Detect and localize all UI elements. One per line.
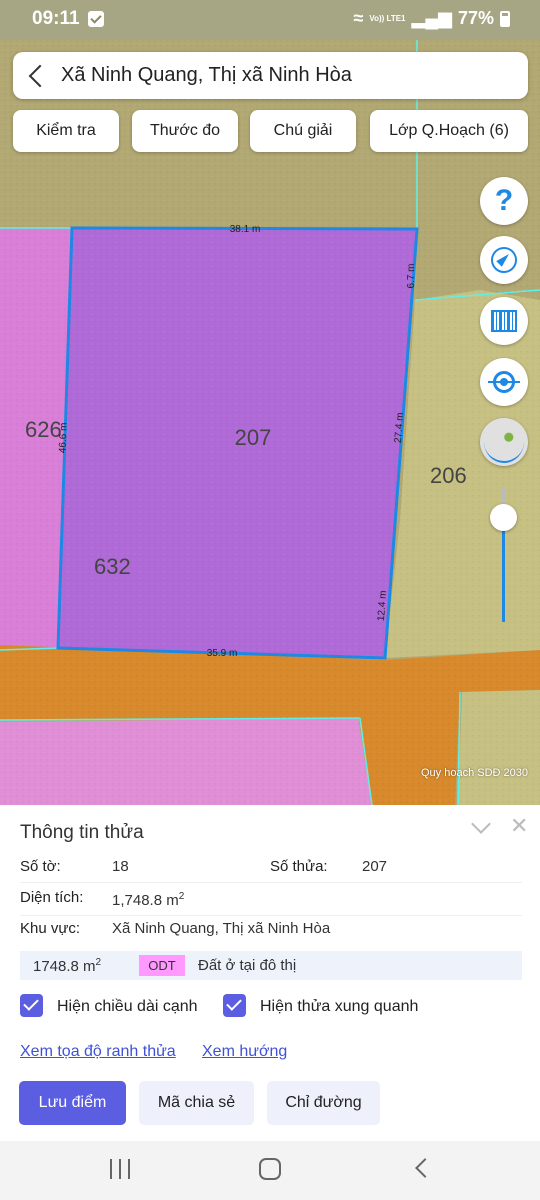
notification-check-icon xyxy=(88,11,104,27)
zoning-row: 1748.8 m2 ODT Đất ở tại đô thị xyxy=(20,951,522,980)
parcel-number-left: 626 xyxy=(25,417,62,442)
area-unit-superscript: 2 xyxy=(178,891,185,902)
signal-icon: ▂▄▆ xyxy=(411,8,452,28)
show-neighbors-checkbox[interactable] xyxy=(223,994,246,1017)
chevron-left-icon xyxy=(28,64,52,87)
system-nav-bar xyxy=(0,1141,540,1200)
barcode-scan-button[interactable] xyxy=(480,297,528,345)
base-map-button[interactable] xyxy=(480,418,528,466)
location-header: Xã Ninh Quang, Thị xã Ninh Hòa xyxy=(13,52,528,99)
check-button[interactable]: Kiểm tra xyxy=(13,110,119,152)
help-button[interactable]: ? xyxy=(480,177,528,225)
measure-button[interactable]: Thước đo xyxy=(132,110,238,152)
show-edge-lengths-checkbox[interactable] xyxy=(20,994,43,1017)
wifi-icon: ≈ xyxy=(353,8,364,28)
compass-icon xyxy=(491,247,517,273)
show-edge-lengths-label[interactable]: Hiện chiều dài cạnh xyxy=(57,998,198,1016)
location-title: Xã Ninh Quang, Thị xã Ninh Hòa xyxy=(61,64,352,86)
status-time: 09:11 xyxy=(32,8,80,29)
status-bar: 09:11 ≈ Vo)) LTE1 ▂▄▆ 77% xyxy=(0,0,540,40)
area-label: Diện tích: xyxy=(20,889,84,906)
area-value: 1,748.8 m2 xyxy=(112,891,184,909)
save-point-button[interactable]: Lưu điểm xyxy=(19,1081,126,1125)
close-icon[interactable]: ✕ xyxy=(510,813,528,839)
compass-button[interactable] xyxy=(480,236,528,284)
edge-length-bottom: 35.9 m xyxy=(207,648,238,659)
parcel-value: 207 xyxy=(362,858,388,875)
recent-apps-icon[interactable] xyxy=(110,1159,130,1179)
parcel-number-right: 206 xyxy=(430,463,467,488)
map-view[interactable]: 207 626 632 206 38.1 m 6.7 m 27.4 m 12.4… xyxy=(0,40,540,805)
opacity-slider-handle[interactable] xyxy=(490,504,517,531)
zone-area: 1748.8 m2 xyxy=(33,957,101,975)
edge-length-bottom-right: 12.4 m xyxy=(376,590,389,621)
view-coordinates-link[interactable]: Xem tọa độ ranh thửa xyxy=(20,1043,176,1061)
sheet-value: 18 xyxy=(112,858,129,875)
map-canvas[interactable]: 207 626 632 206 38.1 m 6.7 m 27.4 m 12.4… xyxy=(0,40,540,805)
parcel-number-selected: 207 xyxy=(235,425,272,450)
parcel-info-panel: Thông tin thửa ✕ Số tờ: 18 Số thửa: 207 … xyxy=(0,805,540,1141)
status-indicators: ≈ Vo)) LTE1 ▂▄▆ 77% xyxy=(353,8,510,29)
my-location-button[interactable] xyxy=(480,358,528,406)
crosshair-icon xyxy=(488,371,520,393)
show-neighbors-label[interactable]: Hiện thửa xung quanh xyxy=(260,998,418,1016)
network-label: Vo)) LTE1 xyxy=(369,13,406,23)
planning-layer-button[interactable]: Lớp Q.Hoạch (6) xyxy=(370,110,528,152)
zone-description: Đất ở tại đô thị xyxy=(198,957,297,974)
map-attribution: Quy hoạch SDĐ 2030 xyxy=(420,767,528,779)
view-direction-link[interactable]: Xem hướng xyxy=(202,1043,287,1061)
region-label: Khu vực: xyxy=(20,920,81,937)
parcel-number-lower-left: 632 xyxy=(94,554,131,579)
legend-button[interactable]: Chú giải xyxy=(250,110,356,152)
zone-area-superscript: 2 xyxy=(95,956,102,968)
panel-title: Thông tin thửa xyxy=(20,822,144,843)
edge-length-left: 46.6 m xyxy=(57,422,69,453)
battery-icon xyxy=(500,10,510,27)
chevron-down-icon[interactable] xyxy=(471,814,491,834)
question-icon: ? xyxy=(494,184,514,217)
edge-length-top-right: 6.7 m xyxy=(406,263,417,288)
share-code-button[interactable]: Mã chia sẻ xyxy=(139,1081,254,1125)
map-texture xyxy=(0,40,540,805)
back-button[interactable] xyxy=(13,52,57,99)
barcode-icon xyxy=(491,310,517,332)
parcel-label: Số thửa: xyxy=(270,858,328,875)
home-icon[interactable] xyxy=(259,1158,281,1180)
back-icon[interactable] xyxy=(415,1158,435,1178)
region-value: Xã Ninh Quang, Thị xã Ninh Hòa xyxy=(112,920,331,937)
map-toolbar: Kiểm tra Thước đo Chú giải Lớp Q.Hoạch (… xyxy=(13,110,528,152)
zone-code-badge: ODT xyxy=(139,955,185,976)
sheet-label: Số tờ: xyxy=(20,858,61,875)
divider xyxy=(20,915,522,916)
edge-length-top: 38.1 m xyxy=(230,224,261,235)
divider xyxy=(20,882,522,883)
edge-length-right: 27.4 m xyxy=(393,412,406,443)
battery-text: 77% xyxy=(457,8,494,28)
directions-button[interactable]: Chỉ đường xyxy=(267,1081,380,1125)
zone-area-number: 1748.8 m xyxy=(33,957,96,975)
area-number: 1,748.8 m xyxy=(112,892,179,909)
